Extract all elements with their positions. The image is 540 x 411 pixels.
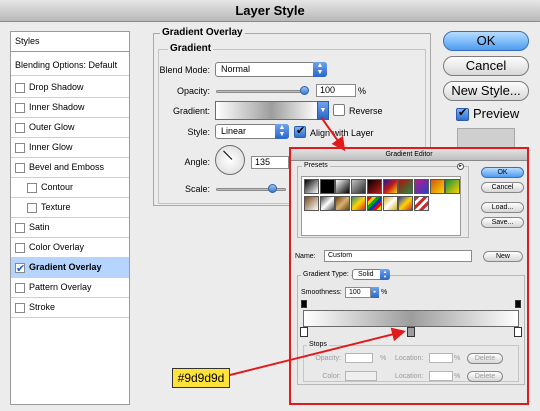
arrow-to-stop (229, 327, 406, 376)
hex-color-callout: #9d9d9d (172, 368, 230, 388)
annotation-arrows (229, 116, 406, 376)
arrow-to-editor (320, 116, 346, 152)
layer-style-dialog: Layer Style Styles Blending Options: Defa… (0, 0, 540, 411)
